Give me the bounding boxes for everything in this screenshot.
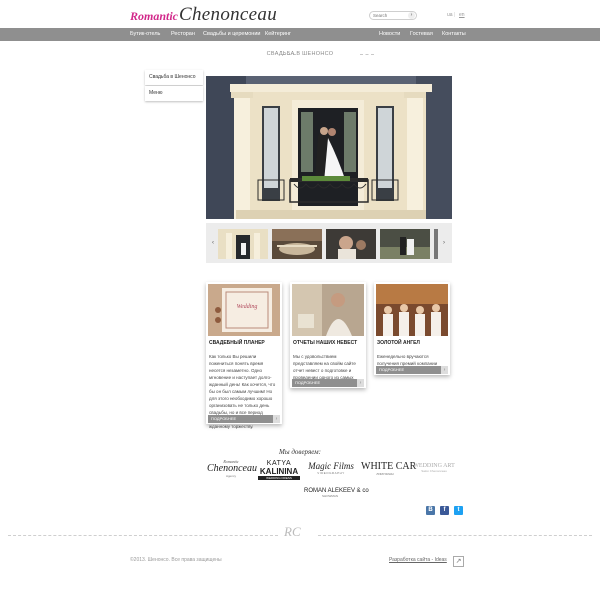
partner-logo-magic-films[interactable]: Magic Films VIDEOGRAPHY (305, 461, 357, 475)
card-title: СВАДЕБНЫЙ ПЛАНЕР (209, 340, 265, 346)
side-menu-item-wedding[interactable]: Свадьба в Шенонсо (145, 70, 203, 85)
thumbnail[interactable] (218, 229, 268, 259)
search-input[interactable] (370, 12, 408, 19)
copyright-text: ©2013. Шенонсо. Все права защищены (130, 557, 222, 563)
wedding-planner-photo: Wedding (208, 284, 280, 336)
card-image[interactable] (292, 284, 364, 336)
partner-line: Magic Films (308, 461, 354, 471)
title-divider-right (360, 54, 374, 55)
nav-item-hotel[interactable]: Бутик-отель (130, 28, 160, 41)
footer-divider-right (318, 535, 592, 536)
card-more-arrow-icon: › (273, 415, 280, 423)
partner-line: KALININA (259, 467, 299, 476)
logo-script: Romantic (130, 9, 179, 23)
main-slider-image (206, 76, 452, 219)
partner-line: SHOWMAN (322, 494, 338, 498)
logo-main: Chenonceau (179, 4, 277, 25)
lang-ua-link[interactable]: ua (447, 12, 453, 18)
twitter-icon[interactable]: t (454, 506, 463, 515)
partner-line: VIDEOGRAPHY (317, 471, 345, 475)
scroll-up-icon[interactable]: ↗ (453, 556, 464, 567)
card-golden-angel: ЗОЛОТОЙ АНГЕЛ Еженедельно вручаются полу… (374, 282, 450, 375)
lang-separator: | (454, 12, 456, 18)
partner-logo-katya[interactable]: KATYA KALININA WEDDING DRESS (258, 460, 300, 480)
card-more-arrow-icon: › (441, 366, 448, 374)
thumbnail[interactable] (272, 229, 322, 259)
footer-monogram: RC (284, 524, 301, 539)
card-more-button[interactable]: ПОДРОБНЕЕ › (208, 415, 280, 423)
card-image[interactable]: Wedding (208, 284, 280, 336)
card-wedding-planner: Wedding СВАДЕБНЫЙ ПЛАНЕР Как только Вы р… (206, 282, 282, 429)
nav-item-weddings[interactable]: Свадьбы и церемонии (203, 28, 260, 41)
main-nav: Бутик-отель Ресторан Свадьбы и церемонии… (0, 28, 600, 41)
search-submit-icon[interactable]: › (408, 12, 415, 19)
thumbnail-image (434, 229, 438, 259)
card-brides-reports: ОТЧЕТЫ НАШИХ НЕВЕСТ Мы с удовольствием п… (290, 282, 366, 388)
nav-item-news[interactable]: Новости (379, 28, 400, 41)
partners-title: Мы доверяем: (279, 448, 321, 456)
nav-item-contacts[interactable]: Контакты (442, 28, 466, 41)
card-more-button[interactable]: ПОДРОБНЕЕ › (376, 366, 448, 374)
thumbnail[interactable] (380, 229, 430, 259)
card-title: ЗОЛОТОЙ АНГЕЛ (377, 340, 420, 346)
card-more-arrow-icon: › (357, 379, 364, 387)
thumbnail-image (326, 229, 376, 259)
golden-angel-photo (376, 284, 448, 336)
footer-divider-left (8, 535, 278, 536)
partner-line: KATYA (266, 460, 292, 467)
nav-item-catering[interactable]: Кейтеринг (265, 28, 291, 41)
slider-prev-icon[interactable]: ‹ (212, 240, 214, 246)
thumbnail[interactable] (434, 229, 438, 259)
card-title: ОТЧЕТЫ НАШИХ НЕВЕСТ (293, 340, 358, 346)
site-logo[interactable]: Romantic Chenonceau (130, 4, 277, 26)
partner-line: WHITE CAR (361, 461, 417, 472)
card-image[interactable] (376, 284, 448, 336)
nav-item-guestbook[interactable]: Гостевая (410, 28, 433, 41)
side-menu: Свадьба в Шенонсо Меню (145, 70, 203, 102)
developer-link[interactable]: Разработка сайта - Ideas (389, 557, 447, 563)
partner-line: ЛИМУЗИНЫ (376, 472, 394, 476)
search-box: › (369, 11, 417, 20)
partner-logo-white-car[interactable]: WHITE CAR ЛИМУЗИНЫ (361, 461, 417, 476)
nav-item-restaurant[interactable]: Ресторан (171, 28, 195, 41)
lang-en-link[interactable]: en (459, 12, 465, 18)
slider-next-icon[interactable]: › (443, 240, 445, 246)
partner-logo-wedding-art[interactable]: WEDDING ART Salon Chenonceau (413, 463, 455, 473)
partner-line: Chenonceau (207, 463, 257, 474)
page-title: СВАДЬБА В ШЕНОНСО (266, 51, 334, 57)
partner-logo-romantic[interactable]: Romantic Chenonceau Agency (207, 459, 257, 478)
thumbnail[interactable] (326, 229, 376, 259)
vk-icon[interactable]: В (426, 506, 435, 515)
card-more-label: ПОДРОБНЕЕ (295, 380, 321, 385)
svg-text:Wedding: Wedding (237, 304, 258, 310)
thumbnail-strip: ‹ › (206, 223, 452, 263)
card-more-button[interactable]: ПОДРОБНЕЕ › (292, 379, 364, 387)
brides-reports-photo (292, 284, 364, 336)
thumbnail-image (380, 229, 430, 259)
thumbnail-image (272, 229, 322, 259)
thumbnail-image (218, 229, 268, 259)
card-more-label: ПОДРОБНЕЕ (211, 416, 237, 421)
side-menu-item-menu[interactable]: Меню (145, 86, 203, 101)
partner-line: WEDDING DRESS (258, 476, 300, 480)
facebook-icon[interactable]: f (440, 506, 449, 515)
card-more-label: ПОДРОБНЕЕ (379, 367, 405, 372)
partner-line: Agency (225, 474, 236, 478)
partner-logo-roman-alekeev[interactable]: ROMAN ALEKEEV & co SHOWMAN (304, 488, 369, 498)
partner-line: Salon Chenonceau (421, 469, 447, 473)
wedding-balcony-photo (206, 76, 452, 219)
